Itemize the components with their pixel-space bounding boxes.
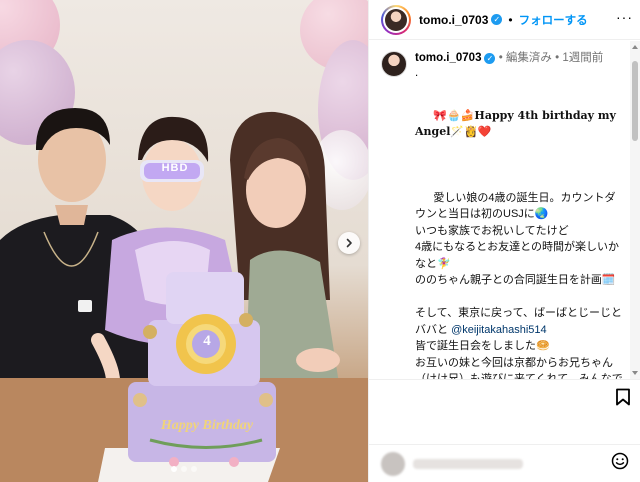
- blurred-comment-input[interactable]: [413, 458, 523, 469]
- carousel-dot: [171, 466, 177, 472]
- avatar[interactable]: [381, 4, 411, 35]
- next-photo-button[interactable]: [338, 232, 360, 254]
- caption-first-line: .: [415, 67, 419, 79]
- more-options-icon[interactable]: ···: [616, 10, 633, 24]
- separator-dot: •: [555, 52, 560, 64]
- edited-label: 編集済み: [505, 52, 552, 64]
- scroll-up-icon[interactable]: [632, 45, 638, 49]
- scroll-thumb[interactable]: [632, 61, 638, 141]
- photo-scene: [0, 108, 368, 482]
- emoji-icon[interactable]: [611, 452, 629, 475]
- carousel-indicator: [0, 466, 368, 472]
- mention-link[interactable]: @keijitakahashi514: [451, 324, 547, 336]
- cake-number: 4: [203, 333, 211, 349]
- carousel-dot: [181, 466, 187, 472]
- separator-dot: •: [508, 12, 513, 27]
- caption-header: tomo.i_0703 ✓ • 編集済み • 1週間前 .: [381, 51, 623, 81]
- caption-scrollbar[interactable]: [630, 41, 640, 379]
- action-bar: [369, 379, 640, 419]
- verified-badge-icon: ✓: [491, 14, 503, 25]
- comment-bar: [369, 444, 640, 482]
- bookmark-icon[interactable]: [615, 388, 631, 411]
- carousel-dot: [191, 466, 197, 472]
- post-photo: 4 Happy Birthday HBD: [0, 0, 368, 482]
- caption-body-2: 皆で誕生日会をしました🥯 お互いの妹と今回は京都からお兄ちゃん（けけ兄）も遊びに…: [415, 340, 623, 379]
- caption-text: 🎀🧁🍰Happy 4th birthday my Angel🪄👸❤️ 愛しい娘の…: [415, 91, 623, 380]
- caption-body-1: 愛しい娘の4歳の誕生日。カウントダウンと当日は初のUSJに🌏 いつも家族でお祝い…: [415, 191, 623, 336]
- chevron-right-icon: [346, 238, 352, 248]
- cake-text: Happy Birthday: [160, 418, 254, 433]
- scroll-down-icon[interactable]: [632, 371, 638, 375]
- caption-avatar[interactable]: [381, 51, 407, 77]
- verified-badge-icon: ✓: [484, 53, 496, 64]
- caption-title: 🎀🧁🍰Happy 4th birthday my Angel🪄👸❤️: [415, 108, 620, 139]
- post-side-panel: tomo.i_0703 ✓ • フォローする ··· tomo.i_0703 ✓ …: [368, 0, 640, 482]
- glasses-text: HBD: [161, 162, 189, 174]
- caption-username[interactable]: tomo.i_0703: [415, 52, 481, 64]
- post-time: 1週間前: [562, 52, 604, 64]
- caption-area: tomo.i_0703 ✓ • 編集済み • 1週間前 . 🎀🧁🍰Happy 4t…: [369, 41, 640, 379]
- post-header: tomo.i_0703 ✓ • フォローする ···: [369, 0, 640, 40]
- separator-dot: •: [498, 52, 503, 64]
- header-username[interactable]: tomo.i_0703: [419, 13, 488, 27]
- follow-button[interactable]: フォローする: [519, 12, 588, 28]
- blurred-avatar: [381, 451, 405, 476]
